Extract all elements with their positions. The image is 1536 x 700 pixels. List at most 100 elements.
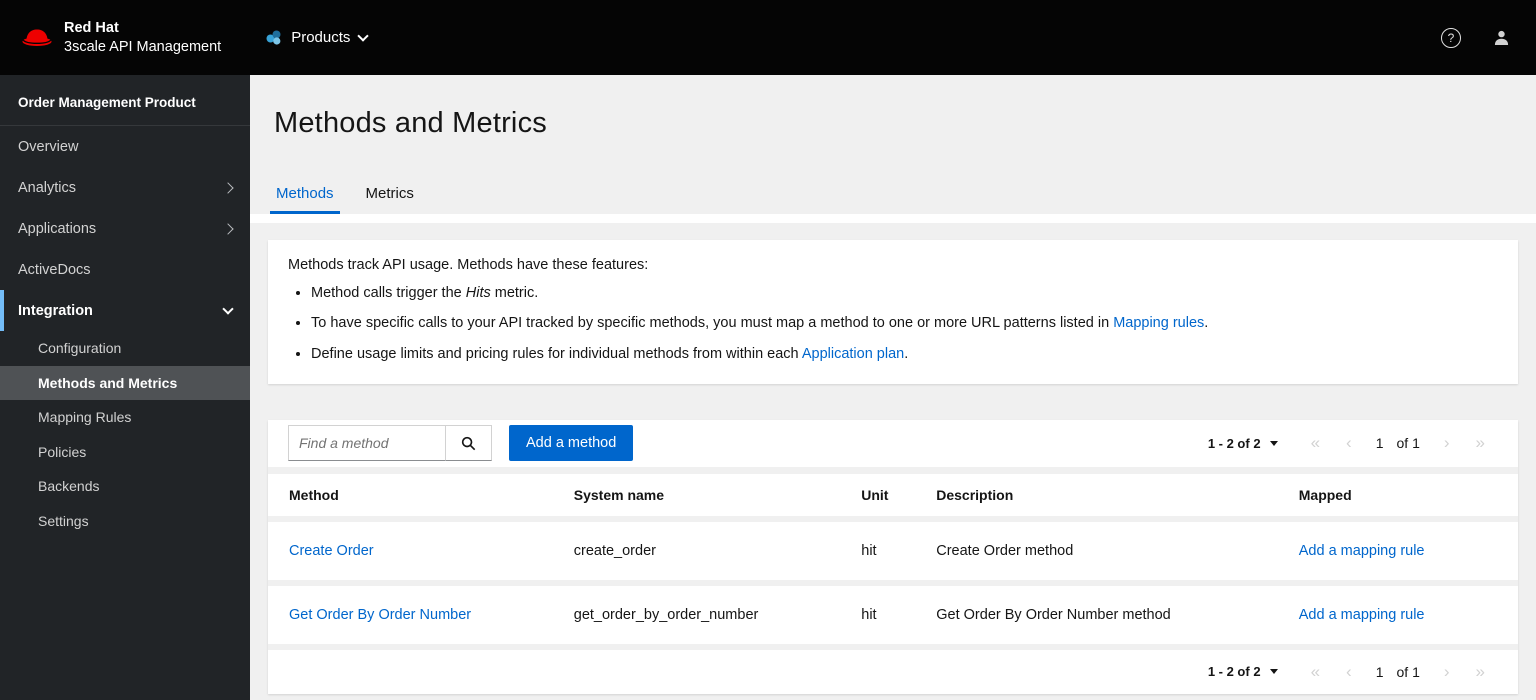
- sidebar-item-label: ActiveDocs: [18, 261, 91, 278]
- tab-methods[interactable]: Methods: [270, 178, 340, 214]
- pagination-nav: « ‹ 1 of 1 › »: [1298, 433, 1498, 453]
- table-footer: 1 - 2 of 2 « ‹ 1 of 1 › »: [268, 643, 1518, 694]
- help-button[interactable]: ?: [1441, 27, 1461, 48]
- column-header-unit: Unit: [849, 466, 925, 519]
- sidebar-item-label: Settings: [38, 512, 89, 529]
- brand-text: Red Hat 3scale API Management: [64, 19, 221, 57]
- first-page-button[interactable]: «: [1298, 433, 1333, 453]
- pagination-range: 1 - 2 of 2: [1207, 664, 1261, 680]
- pagination-menu-toggle[interactable]: 1 - 2 of 2: [1208, 664, 1278, 679]
- pagination-menu-toggle[interactable]: 1 - 2 of 2: [1208, 436, 1278, 451]
- bullet-text: metric.: [490, 285, 539, 301]
- sidebar-item-analytics[interactable]: Analytics: [0, 167, 250, 208]
- bullet-text: To have specific calls to your API track…: [311, 315, 1114, 332]
- sidebar-item-activedocs[interactable]: ActiveDocs: [0, 249, 250, 290]
- system-name-cell: get_order_by_order_number: [561, 579, 850, 644]
- methods-toolbar: Add a method 1 - 2 of 2 « ‹ 1 of 1 › »: [268, 420, 1518, 467]
- info-bullet-plans: Define usage limits and pricing rules fo…: [311, 344, 1498, 364]
- column-header-mapped: Mapped: [1286, 466, 1518, 519]
- sidebar-item-label: Backends: [38, 478, 100, 495]
- bullet-text: Define usage limits and pricing rules fo…: [311, 345, 802, 362]
- caret-down-icon: [1269, 440, 1278, 446]
- sidebar-item-mapping-rules[interactable]: Mapping Rules: [0, 400, 250, 435]
- last-page-button[interactable]: »: [1463, 662, 1498, 682]
- methods-table: Method System name Unit Description Mapp…: [268, 466, 1518, 644]
- products-icon: [266, 30, 281, 45]
- page-count-label: of 1: [1396, 663, 1420, 680]
- sidebar-item-label: Integration: [18, 302, 93, 319]
- sidebar-item-backends[interactable]: Backends: [0, 469, 250, 504]
- bullet-text: Method calls trigger the: [311, 285, 466, 301]
- info-bullet-hits: Method calls trigger the Hits metric.: [311, 283, 1498, 303]
- sidebar-item-methods-and-metrics[interactable]: Methods and Metrics: [0, 365, 250, 400]
- info-intro: Methods track API usage. Methods have th…: [288, 257, 649, 273]
- bullet-text: .: [1204, 315, 1209, 332]
- chevron-right-icon: [222, 222, 234, 235]
- search-icon: [461, 436, 476, 451]
- sidebar-item-label: Mapping Rules: [38, 409, 132, 426]
- bullet-text: .: [904, 345, 909, 362]
- last-page-button[interactable]: »: [1463, 433, 1498, 453]
- description-cell: Create Order method: [924, 515, 1287, 583]
- products-menu-toggle[interactable]: Products: [265, 29, 370, 46]
- add-mapping-rule-link[interactable]: Add a mapping rule: [1299, 543, 1425, 559]
- search-group: [288, 425, 492, 462]
- redhat-logo-icon: [22, 29, 52, 46]
- context-selector: Order Management Product: [0, 75, 250, 126]
- sidebar-item-label: Configuration: [38, 340, 122, 357]
- brand-home-link[interactable]: Red Hat 3scale API Management: [20, 19, 221, 57]
- chevron-right-icon: [222, 181, 234, 194]
- caret-down-icon: [1269, 669, 1278, 675]
- masthead: Red Hat 3scale API Management Products ?: [0, 0, 1536, 75]
- sidebar-item-applications[interactable]: Applications: [0, 208, 250, 249]
- chevron-down-icon: [222, 302, 234, 315]
- current-page-input[interactable]: 1: [1365, 664, 1395, 680]
- page-count-label: of 1: [1396, 435, 1420, 452]
- previous-page-button[interactable]: ‹: [1333, 662, 1365, 682]
- unit-cell: hit: [849, 579, 925, 644]
- previous-page-button[interactable]: ‹: [1333, 433, 1365, 453]
- next-page-button[interactable]: ›: [1431, 662, 1463, 682]
- hits-emphasis: Hits: [465, 285, 491, 301]
- products-label: Products: [291, 29, 351, 46]
- unit-cell: hit: [849, 515, 925, 583]
- info-bullet-mapping: To have specific calls to your API track…: [311, 313, 1498, 333]
- sidebar: Order Management Product Overview Analyt…: [0, 75, 250, 700]
- sidebar-item-overview[interactable]: Overview: [0, 126, 250, 167]
- pagination-nav: « ‹ 1 of 1 › »: [1298, 662, 1498, 682]
- sidebar-item-configuration[interactable]: Configuration: [0, 331, 250, 366]
- tab-metrics[interactable]: Metrics: [360, 178, 420, 214]
- add-method-button[interactable]: Add a method: [509, 425, 634, 462]
- add-mapping-rule-link[interactable]: Add a mapping rule: [1299, 607, 1425, 623]
- table-row: Get Order By Order Number get_order_by_o…: [268, 579, 1518, 644]
- pagination-bottom: 1 - 2 of 2 « ‹ 1 of 1 › »: [1208, 662, 1498, 682]
- column-header-system-name: System name: [561, 466, 850, 519]
- user-icon[interactable]: [1493, 29, 1510, 46]
- next-page-button[interactable]: ›: [1431, 433, 1463, 453]
- page-title: Methods and Metrics: [274, 107, 547, 139]
- chevron-down-icon: [357, 29, 370, 42]
- current-page-input[interactable]: 1: [1365, 435, 1395, 451]
- description-cell: Get Order By Order Number method: [924, 579, 1287, 644]
- sidebar-item-label: Analytics: [18, 179, 77, 196]
- sidebar-item-settings[interactable]: Settings: [0, 504, 250, 539]
- sidebar-item-integration[interactable]: Integration: [0, 290, 250, 331]
- mapping-rules-link[interactable]: Mapping rules: [1113, 315, 1204, 331]
- application-plan-link[interactable]: Application plan: [802, 346, 904, 362]
- search-button[interactable]: [446, 425, 492, 462]
- brand-name: Red Hat: [64, 19, 119, 36]
- method-link[interactable]: Create Order: [289, 543, 374, 559]
- column-header-method: Method: [268, 466, 562, 519]
- methods-table-card: Add a method 1 - 2 of 2 « ‹ 1 of 1 › »: [268, 419, 1518, 694]
- search-input[interactable]: [288, 425, 446, 462]
- info-list: Method calls trigger the Hits metric. To…: [288, 283, 1498, 364]
- main-content: Methods and Metrics Methods Metrics Meth…: [250, 75, 1536, 700]
- tabs: Methods Metrics: [270, 178, 1516, 214]
- methods-info-card: Methods track API usage. Methods have th…: [268, 240, 1518, 384]
- first-page-button[interactable]: «: [1298, 662, 1333, 682]
- table-header-row: Method System name Unit Description Mapp…: [268, 466, 1518, 519]
- sidebar-item-label: Methods and Metrics: [38, 374, 178, 391]
- method-link[interactable]: Get Order By Order Number: [289, 607, 471, 623]
- sidebar-item-policies[interactable]: Policies: [0, 435, 250, 470]
- column-header-description: Description: [924, 466, 1287, 519]
